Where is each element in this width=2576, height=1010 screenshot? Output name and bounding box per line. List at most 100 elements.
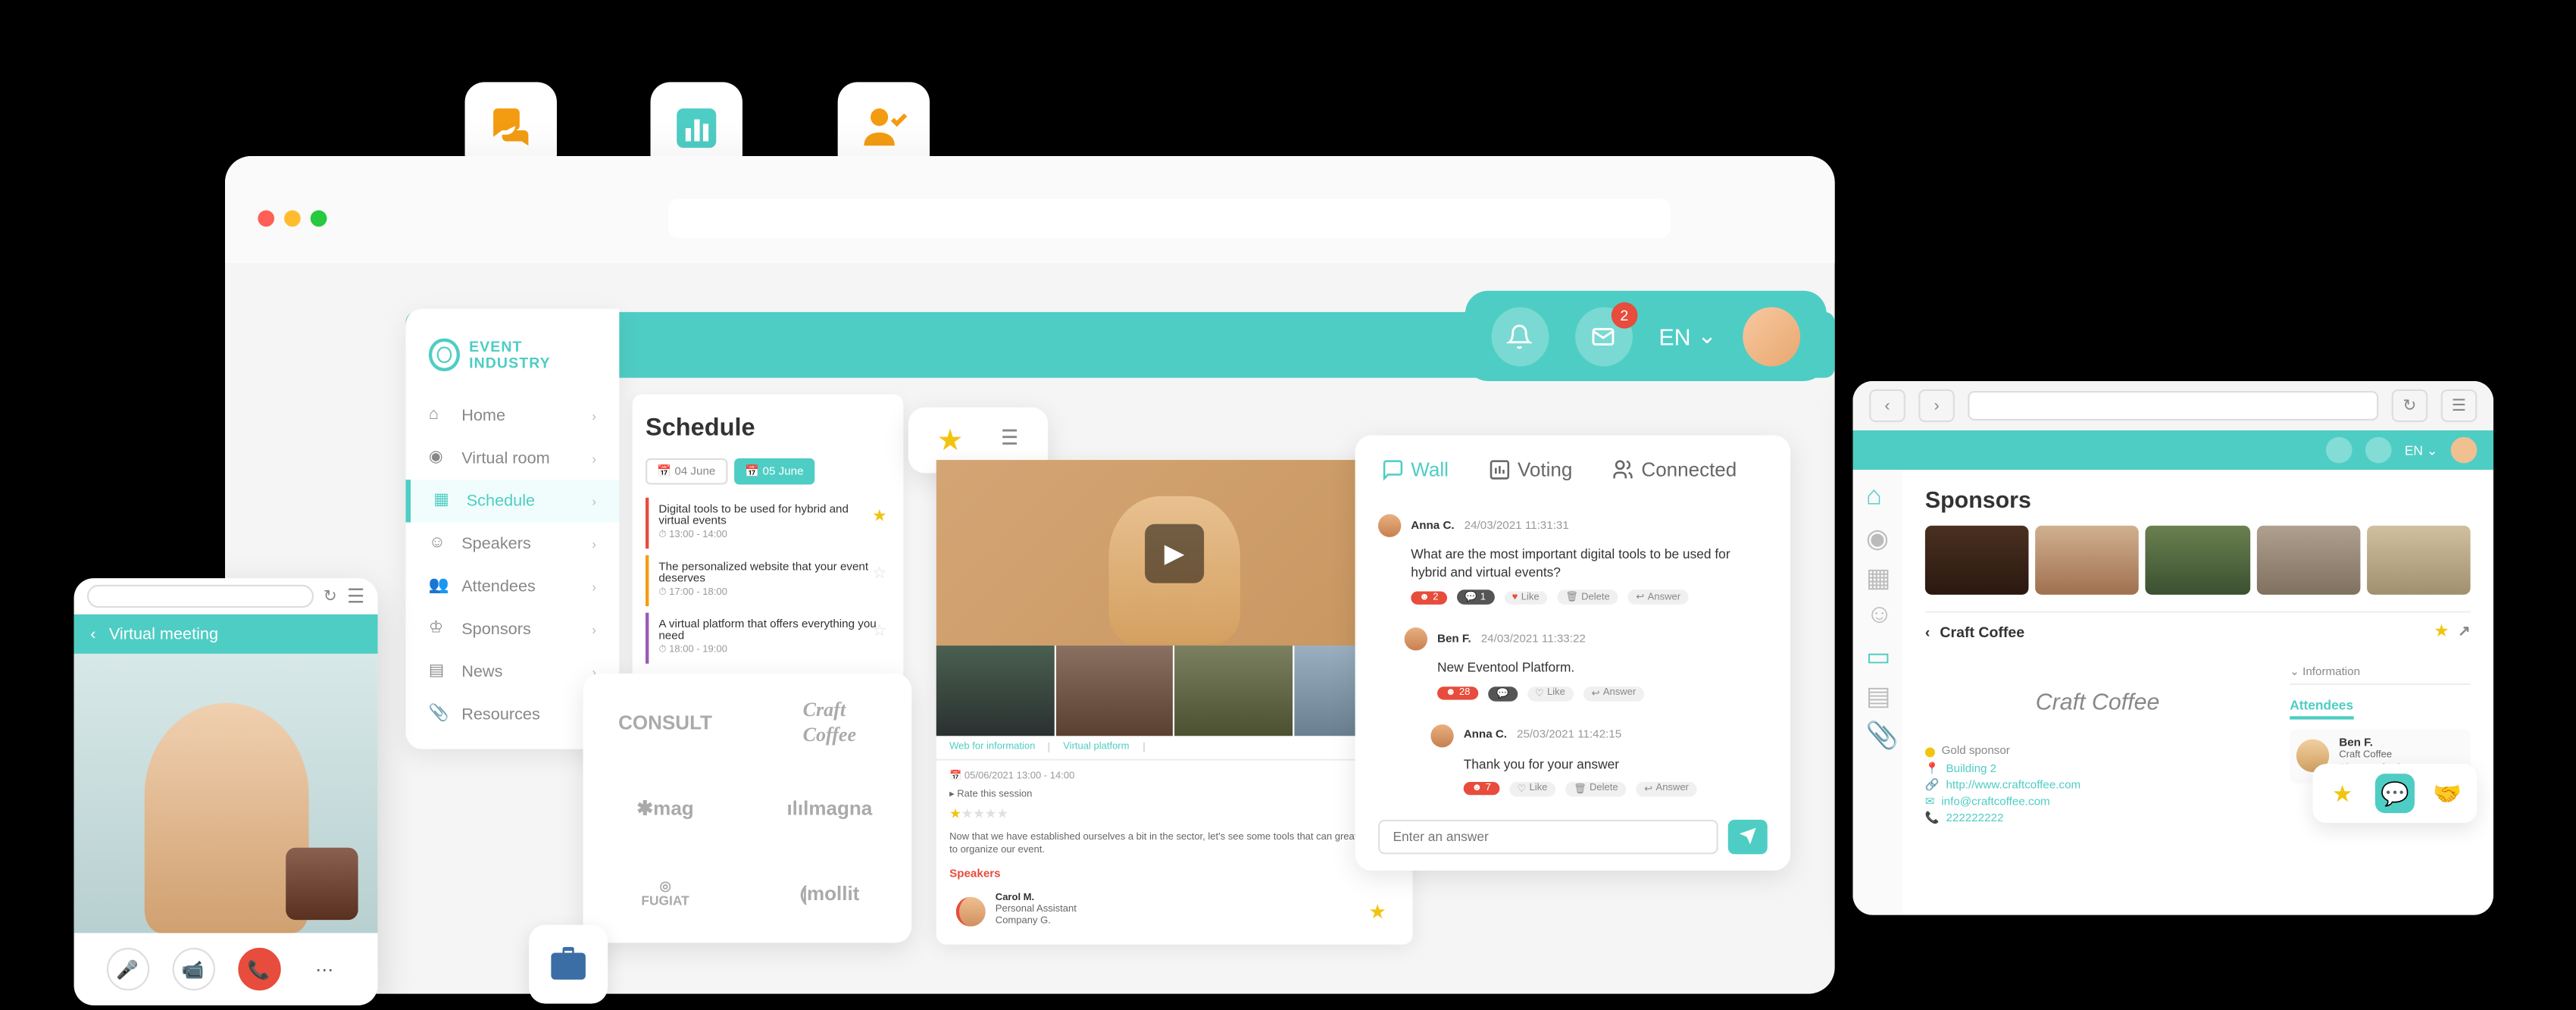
notifications-button[interactable] [2326, 437, 2352, 464]
comments-count[interactable]: 💬 [1488, 686, 1517, 701]
speaker-row[interactable]: Carol M. Personal Assistant Company G. ★ [949, 886, 1399, 935]
news-icon[interactable]: ▤ [1866, 680, 1889, 703]
refresh-button[interactable]: ↻ [2392, 389, 2428, 422]
messages-button[interactable] [2365, 437, 2392, 464]
sponsor-logo[interactable]: ⟬ mollit [767, 864, 892, 923]
url-bar[interactable] [1968, 391, 2378, 421]
favorite-star-icon[interactable]: ★ [1368, 899, 1386, 922]
maximize-window-icon[interactable] [311, 209, 327, 226]
sponsor-thumb[interactable] [1925, 526, 2029, 595]
sidebar-item-schedule[interactable]: ▦Schedule› [405, 480, 619, 522]
delete-button[interactable]: 🗑 Delete [1565, 781, 1626, 796]
play-button[interactable]: ▶ [1145, 524, 1204, 583]
comments-count[interactable]: 💬 1 [1456, 590, 1493, 605]
notifications-button[interactable] [1492, 306, 1549, 365]
answer-button[interactable]: ↩ Answer [1636, 781, 1696, 796]
sponsor-logo[interactable]: CraftCoffee [767, 693, 892, 752]
speakers-icon[interactable]: ☺ [1866, 601, 1889, 624]
user-avatar[interactable] [2451, 437, 2478, 464]
answer-button[interactable]: ↩ Answer [1583, 686, 1644, 701]
participant-thumb[interactable] [1055, 646, 1174, 736]
sponsor-email[interactable]: ✉ info@craftcoffee.com [1925, 793, 2270, 810]
tab-connected[interactable]: Connected [1612, 458, 1737, 481]
refresh-icon[interactable]: ↻ [324, 587, 337, 605]
sidebar-item-speakers[interactable]: ☺Speakers› [405, 522, 619, 564]
sidebar-item-home[interactable]: ⌂Home› [405, 394, 619, 436]
favorite-star-icon[interactable]: ☆ [872, 623, 886, 641]
back-button[interactable]: ‹ [1869, 389, 1905, 422]
menu-button[interactable]: ☰ [2441, 389, 2478, 422]
broadcast-icon[interactable]: ◉ [1866, 522, 1889, 545]
sponsor-website[interactable]: 🔗 http://www.craftcoffee.com [1925, 777, 2270, 793]
calendar-icon[interactable]: ▦ [1866, 561, 1889, 584]
messages-button[interactable]: 2 [1575, 306, 1633, 365]
camera-button[interactable]: 📹 [172, 948, 214, 990]
briefcase-icon[interactable]: ▭ [1866, 641, 1889, 664]
schedule-item[interactable]: Digital tools to be used for hybrid and … [646, 498, 890, 549]
sponsor-logo[interactable]: ◎FUGIAT [603, 864, 728, 923]
sponsor-logo[interactable]: CONSULT [603, 693, 728, 752]
attendees-section[interactable]: Attendees [2290, 692, 2353, 720]
participant-thumb[interactable] [936, 646, 1055, 736]
sponsor-thumb[interactable] [2146, 526, 2249, 595]
url-bar[interactable] [668, 198, 1670, 237]
favorite-star-icon[interactable]: ☆ [872, 565, 886, 583]
sidebar-item-sponsors[interactable]: ♔Sponsors› [405, 608, 619, 650]
answer-input[interactable] [1378, 819, 1718, 854]
user-avatar[interactable] [1743, 306, 1800, 365]
tab-wall[interactable]: Wall [1381, 458, 1449, 481]
bell-icon [1507, 323, 1533, 349]
date-tab[interactable]: 📅 04 June [646, 458, 727, 485]
rating-stars[interactable]: ★★★★★ [949, 806, 1399, 821]
attachment-icon[interactable]: 📎 [1866, 720, 1889, 743]
home-icon[interactable]: ⌂ [1866, 483, 1889, 505]
date-tab-active[interactable]: 📅 05 June [733, 458, 815, 485]
sponsor-detail-breadcrumb[interactable]: ‹ Craft Coffee ★ ↗ [1925, 611, 2471, 650]
answer-button[interactable]: ↩ Answer [1628, 590, 1689, 605]
sponsor-logo[interactable]: ✱ mag [603, 779, 728, 838]
language-selector[interactable]: EN ⌄ [2405, 442, 2437, 458]
sponsor-phone[interactable]: 📞 222222222 [1925, 810, 2270, 827]
list-view-button[interactable] [993, 423, 1020, 458]
share-icon[interactable]: ↗ [2458, 623, 2470, 641]
sponsor-thumb[interactable] [2036, 526, 2140, 595]
reactions-count[interactable]: ☻ 2 [1411, 591, 1446, 604]
favorite-star-icon[interactable]: ★ [872, 508, 886, 526]
language-selector[interactable]: EN ⌄ [1658, 322, 1716, 350]
send-button[interactable] [1728, 819, 1768, 854]
handshake-action[interactable]: 🤝 [2428, 774, 2467, 813]
phone-search[interactable] [87, 585, 314, 608]
delete-button[interactable]: 🗑 Delete [1557, 590, 1618, 605]
close-window-icon[interactable] [258, 209, 274, 226]
sponsor-logo[interactable]: ılıl magna [767, 779, 892, 838]
like-button[interactable]: ♥ Like [1504, 591, 1548, 604]
sidebar-item-virtual-room[interactable]: ◉Virtual room› [405, 437, 619, 480]
sidebar-item-attendees[interactable]: 👥Attendees› [405, 565, 619, 608]
reactions-count[interactable]: ☻ 7 [1464, 783, 1499, 796]
mute-button[interactable]: 🎤 [106, 948, 148, 990]
phone-header: ‹ Virtual meeting [74, 614, 378, 654]
like-button[interactable]: ♡ Like [1509, 781, 1556, 796]
video-self-preview[interactable] [286, 848, 358, 920]
forward-button[interactable]: › [1918, 389, 1955, 422]
favorite-action[interactable]: ★ [2323, 774, 2362, 813]
schedule-item[interactable]: The personalized website that your event… [646, 555, 890, 606]
more-options-button[interactable]: ⋯ [303, 948, 345, 990]
participant-thumb[interactable] [1174, 646, 1293, 736]
brand-logo[interactable]: EVENT INDUSTRY [405, 322, 619, 394]
minimize-window-icon[interactable] [284, 209, 301, 226]
end-call-button[interactable]: 📞 [237, 948, 280, 990]
video-player[interactable]: ▶ [936, 460, 1413, 646]
schedule-item[interactable]: A virtual platform that offers everythin… [646, 613, 890, 664]
sponsor-thumb[interactable] [2367, 526, 2471, 595]
back-icon[interactable]: ‹ [90, 625, 95, 643]
information-section[interactable]: ⌄ Information [2290, 661, 2470, 686]
sponsor-thumb[interactable] [2256, 526, 2360, 595]
tab-voting[interactable]: Voting [1488, 458, 1572, 481]
favorite-icon[interactable]: ★ [2435, 623, 2449, 641]
reactions-count[interactable]: ☻ 28 [1437, 686, 1478, 699]
like-button[interactable]: ♡ Like [1527, 686, 1574, 701]
message-action[interactable]: 💬 [2375, 774, 2415, 813]
menu-icon[interactable]: ☰ [347, 585, 364, 608]
favorites-view-button[interactable]: ★ [937, 423, 964, 458]
